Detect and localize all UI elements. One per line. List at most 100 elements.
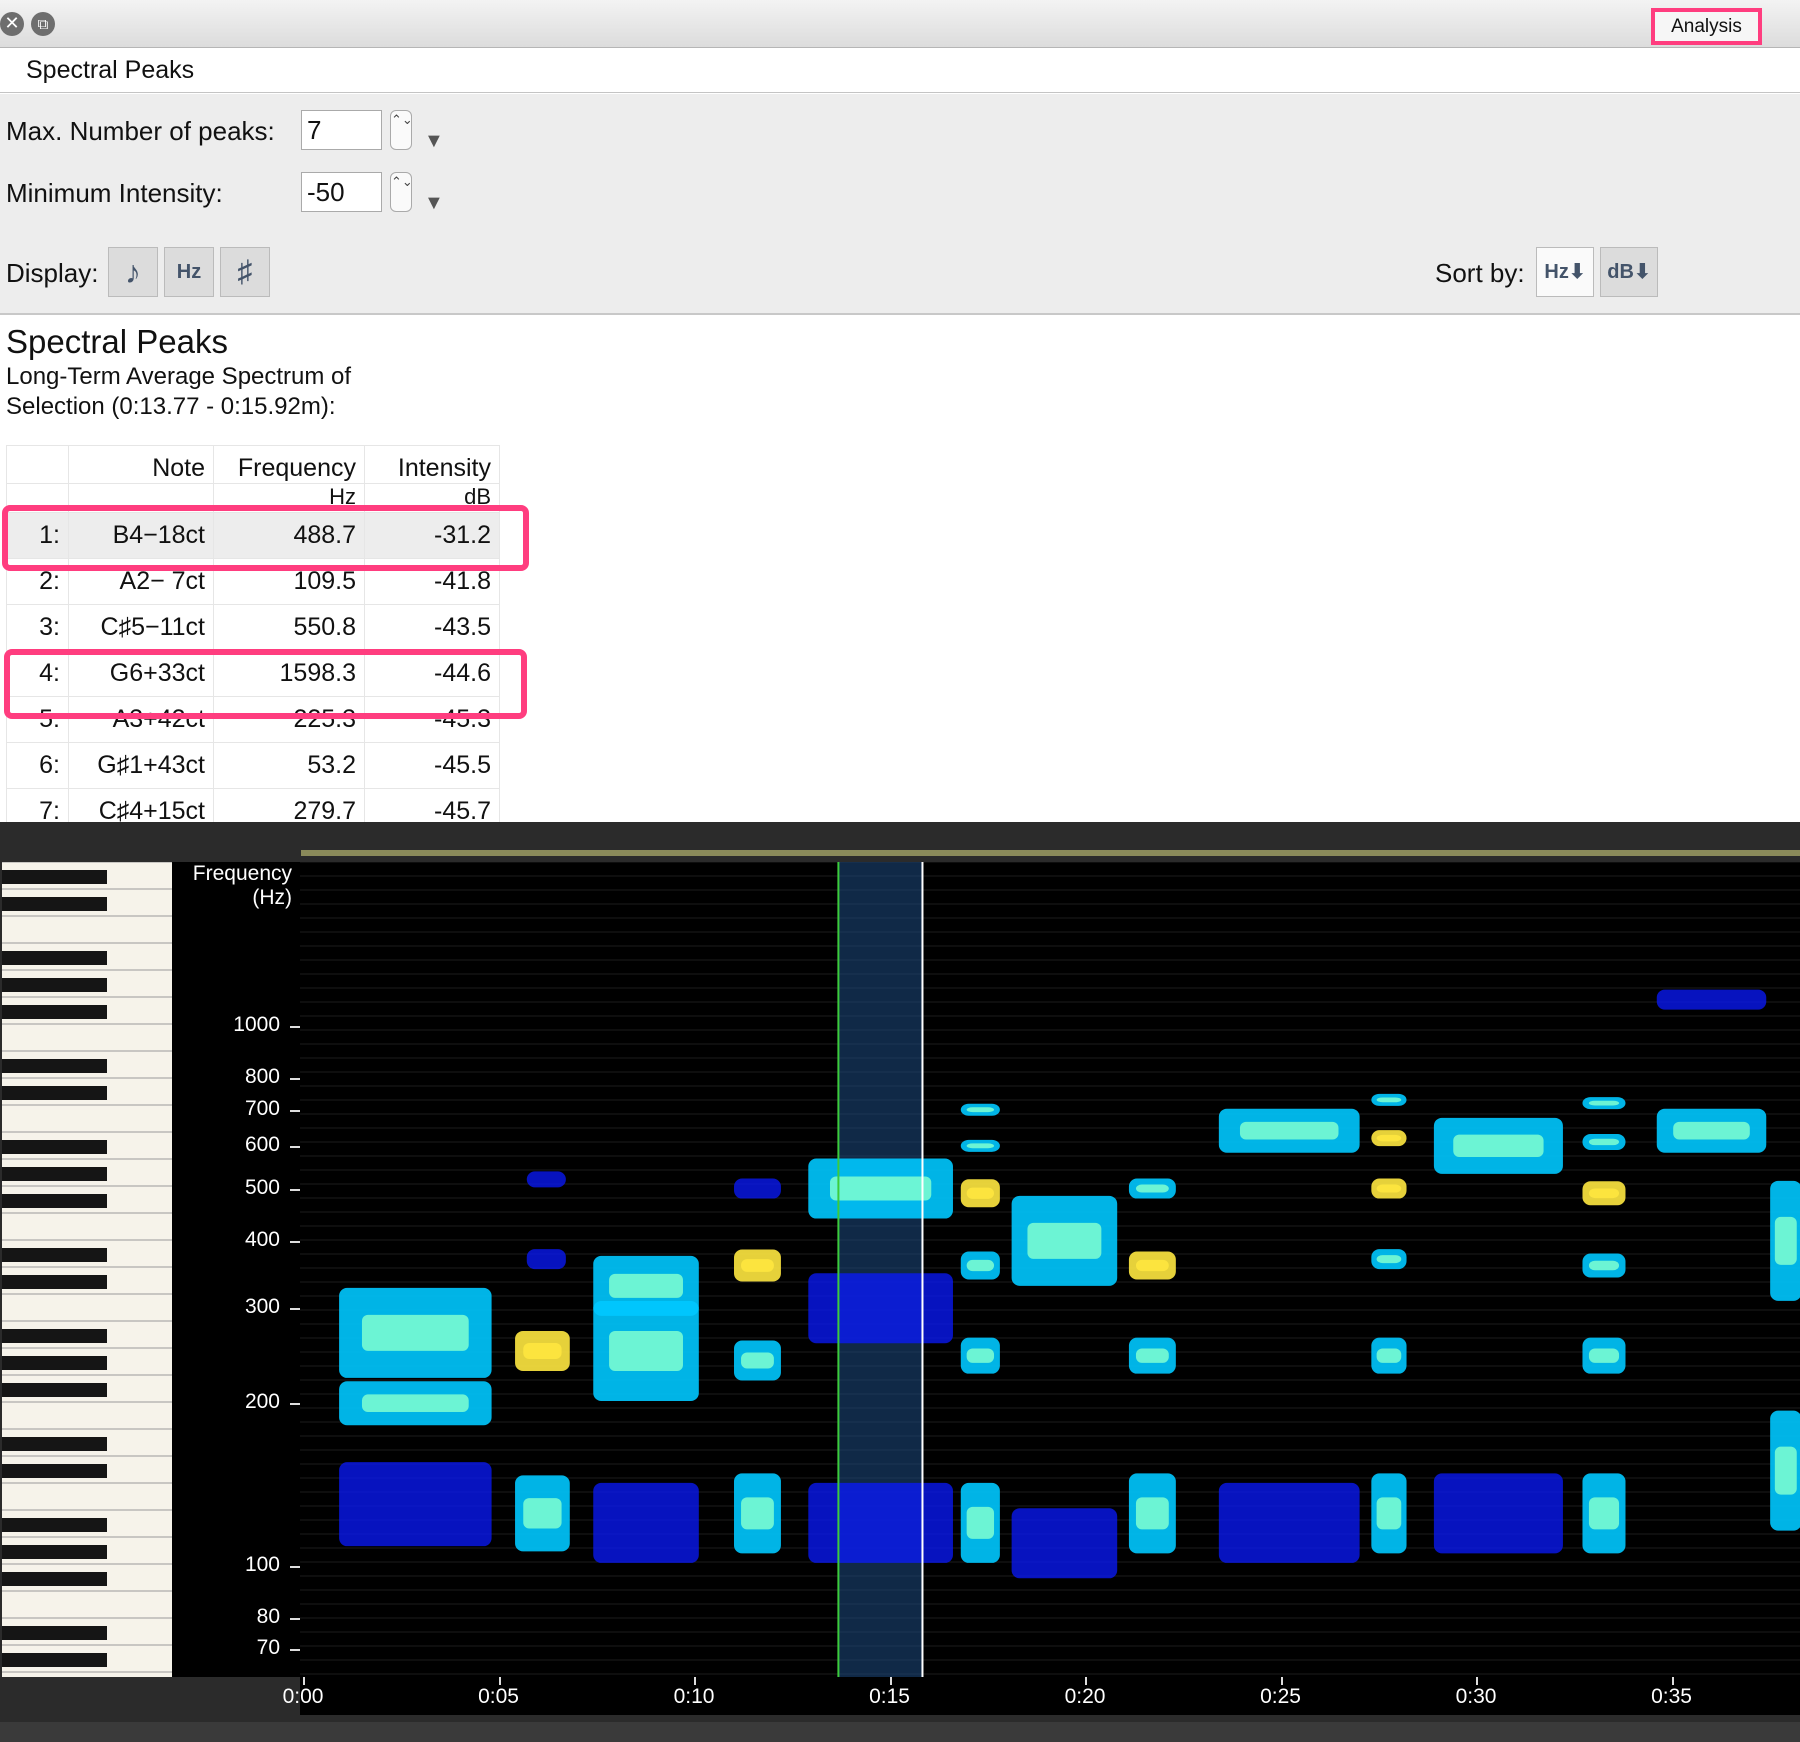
table-row[interactable]: 3: C♯5−11ct 550.8 -43.5 [6,604,500,651]
row-4-highlight [4,649,527,719]
panel-title: Spectral Peaks [0,48,1800,93]
y-tick-label: 700 [244,1096,280,1120]
piano-black-key [2,1005,107,1019]
restore-icon[interactable]: ⧉ [31,12,55,36]
min-intensity-dropdown-icon[interactable]: ▼ [424,192,444,215]
y-tick-label: 400 [244,1227,280,1251]
x-tick-label: 0:30 [1455,1685,1497,1708]
piano-black-key [2,1437,107,1451]
y-tick-label: 600 [244,1132,280,1156]
piano-black-key [2,897,107,911]
display-note-button[interactable]: ♪ [108,247,158,297]
close-icon[interactable]: ✕ [0,12,24,36]
spectrogram-band [1218,1482,1360,1563]
display-hz-button[interactable]: Hz [164,247,214,297]
min-intensity-stepper[interactable]: ⌃⌄ [390,172,413,212]
row-intensity: -45.5 [364,742,500,789]
table-row[interactable]: 7: C♯4+15ct 279.7 -45.7 [6,788,500,822]
max-peaks-label: Max. Number of peaks: [6,116,275,146]
spectrogram-band-core [1588,1188,1620,1199]
y-tick-mark [290,1109,300,1112]
x-tick-label: 0:00 [282,1685,324,1708]
spectrogram-image[interactable] [300,862,1800,1677]
row-index: 6: [6,742,69,789]
x-tick-mark [1476,1677,1478,1685]
sort-label: Sort by: [1435,258,1525,288]
header-frequency[interactable]: Frequency [213,445,365,484]
spectrogram-band [593,1482,699,1563]
y-tick-mark [290,1145,300,1148]
spectrogram-band-core [361,1314,469,1351]
piano-black-key [2,1626,107,1640]
max-peaks-dropdown-icon[interactable]: ▼ [424,130,444,153]
x-tick-label: 0:05 [478,1685,519,1708]
spectrogram-plot[interactable] [300,862,1800,1677]
spectrogram-band-core [609,1273,683,1298]
x-tick-label: 0:20 [1064,1685,1106,1708]
peaks-table: Note Frequency Intensity Hz dB 1: B4−18c… [6,445,500,822]
results-subtitle-1: Long-Term Average Spectrum of [6,363,352,390]
spectrogram-band-core [1588,1100,1620,1106]
row-frequency: 279.7 [213,788,365,822]
analysis-button[interactable]: Analysis [1651,8,1762,45]
spectrogram-band-core [966,1348,995,1363]
spectrogram-band-core [1673,1121,1750,1140]
max-peaks-stepper[interactable]: ⌃⌄ [390,110,413,150]
spectrogram-band-core [1027,1222,1102,1259]
piano-black-key [2,1275,107,1289]
y-tick-mark [290,1565,300,1568]
spectrogram-band-core [966,1259,995,1272]
y-axis-title: Frequency [192,862,292,885]
y-tick-label: 200 [244,1390,280,1414]
x-tick-label: 0:35 [1651,1685,1692,1708]
y-tick-mark [290,1026,300,1029]
frequency-axis: Frequency (Hz) 1000 800 700 600 500 400 300 200… [172,862,300,1677]
sort-db-button[interactable]: dB⬇ [1600,247,1658,297]
spectrogram-band [808,1482,953,1563]
piano-black-key [2,1545,107,1559]
table-row[interactable]: 6: G♯1+43ct 53.2 -45.5 [6,742,500,789]
piano-black-key [2,1356,107,1370]
spectrogram-band-core [1376,1255,1402,1264]
x-tick-mark [1671,1677,1674,1685]
timeline-bar[interactable] [301,850,1800,856]
piano-black-key [2,1194,107,1208]
spectrogram-band-core [1376,1184,1402,1193]
header-index [6,445,69,484]
header-intensity[interactable]: Intensity [364,445,500,484]
results-panel: Spectral Peaks Long-Term Average Spectru… [0,315,1800,822]
piano-black-key [2,1059,107,1073]
piano-keys[interactable] [2,862,172,1677]
display-label: Display: [6,258,99,288]
y-tick-mark [290,1240,300,1243]
piano-black-key [2,1383,107,1397]
y-tick-label: 300 [244,1295,280,1319]
row-note: C♯5−11ct [68,604,214,651]
piano-keyboard[interactable] [2,862,172,1677]
x-tick-mark [1085,1677,1087,1685]
row-frequency: 550.8 [213,604,365,651]
row-intensity: -45.7 [364,788,500,822]
sort-hz-button[interactable]: Hz⬇ [1536,247,1594,297]
display-sharp-button[interactable]: ♯ [220,247,270,297]
results-subtitle-2: Selection (0:13.77 - 0:15.92m): [6,393,336,420]
y-tick-mark [290,1078,300,1081]
spectrogram-band-core [1376,1497,1402,1530]
spectrogram-band [526,1171,566,1188]
spectrogram-band-core [1588,1138,1620,1146]
spectrogram-band-core [1135,1184,1169,1193]
spectrogram-band-core [523,1498,562,1529]
piano-black-key [2,1653,107,1667]
x-tick-label: 0:15 [869,1685,910,1708]
piano-black-key [2,1329,107,1343]
min-intensity-input[interactable]: -50 [301,172,382,212]
controls-panel: Max. Number of peaks: 7 ⌃⌄ ▼ Minimum Int… [0,94,1800,315]
header-note[interactable]: Note [68,445,214,484]
max-peaks-input[interactable]: 7 [301,110,382,150]
spectrogram-band-core [1135,1348,1169,1363]
row-note: G♯1+43ct [68,742,214,789]
y-tick-label: 1000 [233,1013,280,1037]
spectrogram-band-core [1376,1348,1402,1363]
spectrogram-band-core [1239,1121,1339,1140]
scroll-strip[interactable] [0,1722,1800,1742]
